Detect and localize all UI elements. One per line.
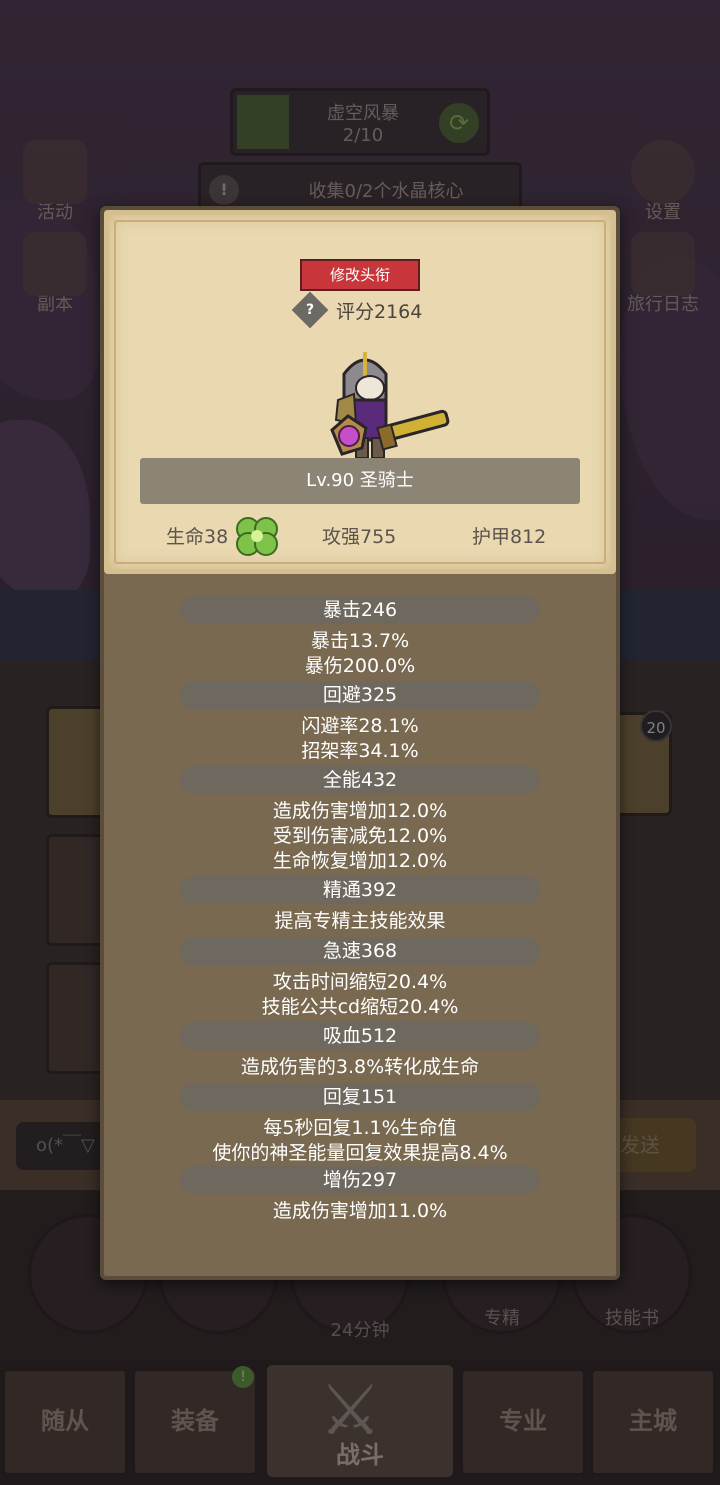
stat-line: 造成伤害增加12.0% — [272, 800, 448, 822]
score-text: 评分2164 — [336, 301, 423, 323]
stat-line: 攻击时间缩短20.4% — [272, 971, 448, 993]
stat-line: 受到伤害减免12.0% — [272, 825, 448, 847]
paladin-character-sprite — [330, 352, 450, 459]
stat-health: 生命38 — [166, 526, 229, 548]
stat-line: 造成伤害增加11.0% — [272, 1200, 448, 1222]
section-header-damage-bonus: 增伤297 — [180, 1166, 540, 1194]
rename-title-button[interactable]: 修改头衔 — [300, 259, 420, 291]
stat-line: 闪避率28.1% — [301, 715, 419, 737]
clover-icon — [236, 517, 278, 556]
stat-line: 招架率34.1% — [301, 740, 419, 762]
stat-line: 提高专精主技能效果 — [274, 910, 446, 932]
stat-line: 造成伤害的3.8%转化成生命 — [240, 1056, 480, 1078]
stat-line: 每5秒回复1.1%生命值 — [263, 1117, 457, 1139]
section-header-lifesteal: 吸血512 — [180, 1022, 540, 1050]
level-class-bar: Lv.90 圣骑士 — [140, 458, 580, 504]
section-header-versatility: 全能432 — [180, 766, 540, 794]
stat-line: 暴伤200.0% — [304, 655, 416, 677]
stat-line: 技能公共cd缩短20.4% — [261, 996, 459, 1018]
stat-armor: 护甲812 — [472, 526, 547, 548]
stat-line: 暴击13.7% — [310, 630, 410, 652]
section-header-haste: 急速368 — [180, 937, 540, 965]
section-header-regen: 回复151 — [180, 1083, 540, 1111]
section-header-avoidance: 回避325 — [180, 681, 540, 709]
section-header-mastery: 精通392 — [180, 876, 540, 904]
stat-line: 生命恢复增加12.0% — [272, 850, 448, 872]
stat-line: 使你的神圣能量回复效果提高8.4% — [212, 1142, 508, 1164]
help-icon-glyph: ? — [305, 302, 315, 318]
stat-attack-power: 攻强755 — [322, 526, 397, 548]
section-header-crit: 暴击246 — [180, 596, 540, 624]
